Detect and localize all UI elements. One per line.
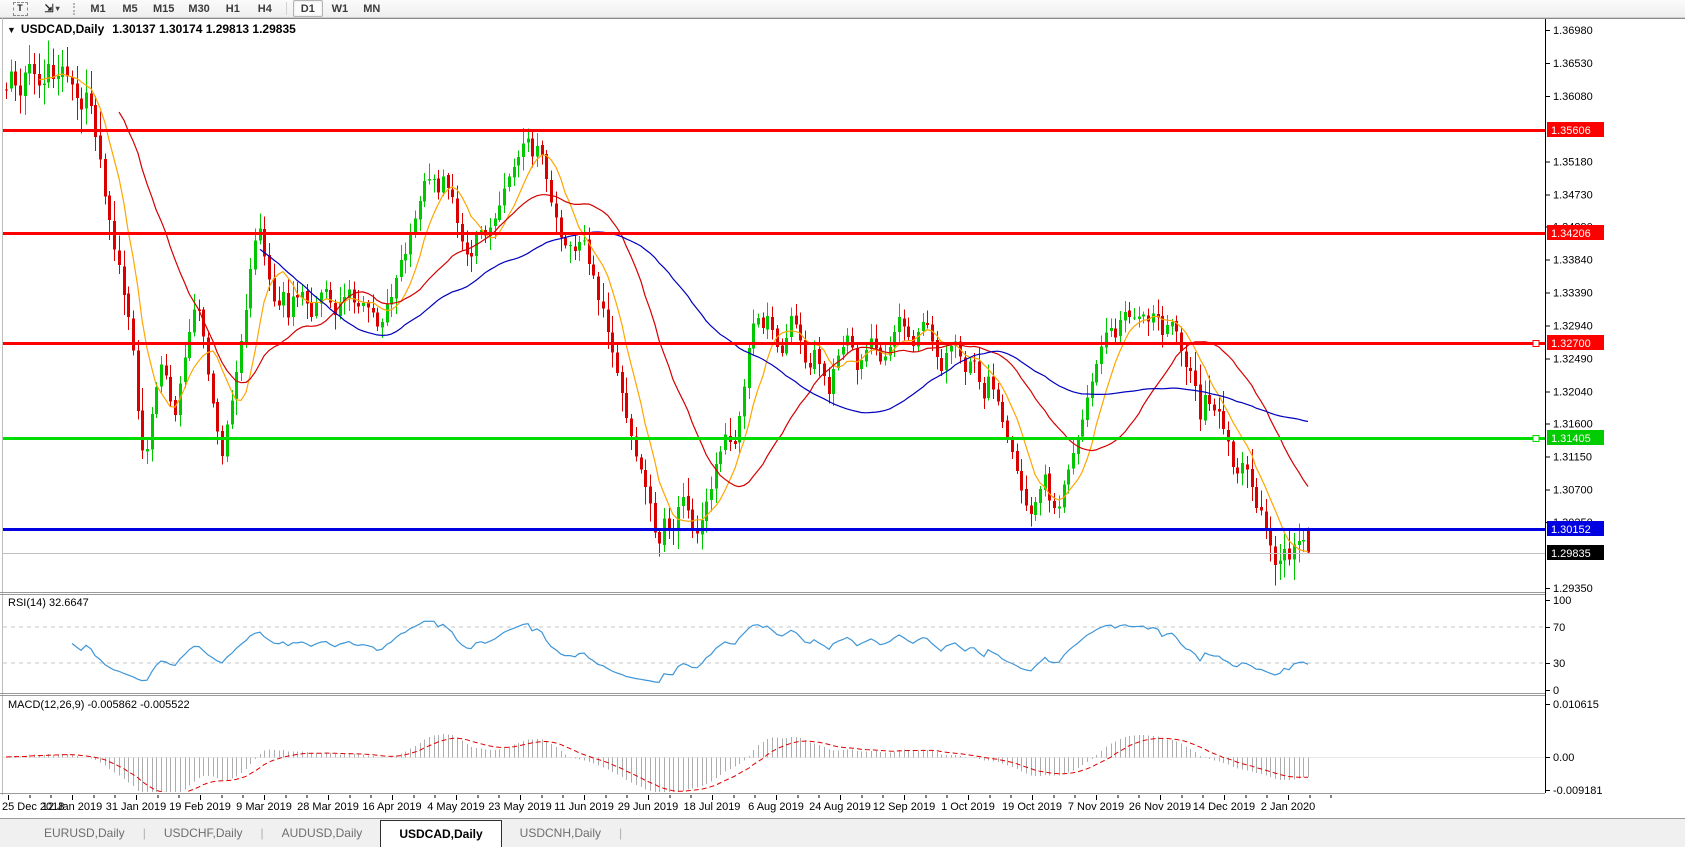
date-tick-label: 26 Nov 2019 [1129,801,1191,813]
date-tick-label: 1 Oct 2019 [941,801,995,813]
price-tick-label: 1.34730 [1553,190,1593,202]
timeframe-m30-button[interactable]: M30 [182,0,215,17]
timeframe-m5-button[interactable]: M5 [115,0,145,17]
tab-usdchf-daily[interactable]: USDCHF,Daily [146,819,261,847]
price-tick-label: 1.33390 [1553,288,1593,300]
price-line-badge-label: 1.30152 [1551,524,1591,536]
text-tool-icon: T [13,2,28,16]
price-tick-label: 1.35180 [1553,157,1593,169]
macd-scale-label: 0.00 [1553,752,1574,764]
price-tick-label: 1.36980 [1553,25,1593,37]
toolbar-separator [286,2,287,15]
price-tick-label: 1.36530 [1553,58,1593,70]
date-tick-label: 6 Aug 2019 [748,801,804,813]
text-tool-button[interactable]: T [5,0,35,17]
tab-usdcad-daily[interactable]: USDCAD,Daily [380,820,501,847]
chart-symbol-period: USDCAD,Daily [21,22,104,36]
application-window: 1.36980 1.36530 1.36080 1.35180 1.34730 1.342… [0,0,1685,847]
date-tick-label: 7 Nov 2019 [1068,801,1124,813]
tab-usdcnh-daily[interactable]: USDCNH,Daily [502,819,619,847]
chart-ohlc-values: 1.30137 1.30174 1.29813 1.29835 [112,22,296,36]
date-tick-label: 2 Jan 2020 [1261,801,1315,813]
date-tick-label: 14 Dec 2019 [1193,801,1255,813]
cursor-tool-button[interactable]: ⇲ ▾ [37,0,67,17]
date-tick-label: 12 Sep 2019 [873,801,935,813]
rsi-scale-label: 70 [1553,622,1565,634]
price-tick-label: 1.36080 [1553,91,1593,103]
price-line-badge-label: 1.29835 [1551,548,1591,560]
date-tick-label: 23 May 2019 [488,801,552,813]
macd-scale-label: 0.010615 [1553,699,1599,711]
timeframe-w1-button[interactable]: W1 [325,0,355,17]
date-tick-label: 11 Jun 2019 [554,801,614,813]
price-tick-label: 1.32040 [1553,386,1593,398]
price-tick-label: 1.30700 [1553,484,1593,496]
timeframe-d1-button[interactable]: D1 [293,0,323,17]
timeframe-mn-button[interactable]: MN [357,0,387,17]
date-tick-label: 12 Jan 2019 [42,801,103,813]
cursor-tool-icon: ⇲ [44,2,53,15]
line-handle-1.31405[interactable] [1533,436,1539,442]
price-tick-label: 1.33840 [1553,255,1593,267]
date-tick-label: 18 Jul 2019 [684,801,741,813]
symbol-tab-bar: EURUSD,Daily | USDCHF,Daily | AUDUSD,Dai… [0,818,1685,847]
date-tick-label: 29 Jun 2019 [618,801,679,813]
timeframe-h4-button[interactable]: H4 [250,0,280,17]
date-tick-label: 28 Mar 2019 [297,801,359,813]
dropdown-caret-icon: ▾ [56,4,60,13]
date-tick-label: 31 Jan 2019 [106,801,167,813]
timeframe-m15-button[interactable]: M15 [147,0,180,17]
rsi-scale-label: 30 [1553,658,1565,670]
timeframe-h1-button[interactable]: H1 [218,0,248,17]
date-tick-label: 19 Feb 2019 [169,801,231,813]
price-line-badge-label: 1.32700 [1551,338,1591,350]
date-tick-label: 24 Aug 2019 [809,801,871,813]
line-handle-1.32700[interactable] [1533,341,1539,347]
tab-divider: | [619,819,622,847]
timeframe-m1-button[interactable]: M1 [83,0,113,17]
date-tick-label: 9 Mar 2019 [236,801,292,813]
tab-eurusd-daily[interactable]: EURUSD,Daily [26,819,143,847]
macd-label: MACD(12,26,9) -0.005862 -0.005522 [8,699,190,711]
price-line-badge-label: 1.31405 [1551,433,1591,445]
price-tick-label: 1.32490 [1553,353,1593,365]
toolbar-grip [73,3,77,15]
rsi-label: RSI(14) 32.6647 [8,597,89,609]
date-axis[interactable]: 25 Dec 201812 Jan 201931 Jan 201919 Feb … [0,795,1685,818]
price-axis[interactable]: 1.36980 1.36530 1.36080 1.35180 1.34730 1.342… [1545,19,1685,797]
chart-canvas[interactable]: 1.36980 1.36530 1.36080 1.35180 1.34730 1.342… [0,0,1685,847]
price-line-badge-label: 1.34206 [1551,228,1591,240]
toolbar: T ⇲ ▾ M1 M5 M15 M30 H1 H4 D1 W1 MN [0,0,1685,18]
date-tick-label: 16 Apr 2019 [362,801,421,813]
price-tick-label: 1.31150 [1553,451,1592,463]
price-tick-label: 1.31600 [1553,418,1593,430]
date-tick-label: 4 May 2019 [427,801,484,813]
date-tick-label: 19 Oct 2019 [1002,801,1062,813]
price-tick-label: 1.29350 [1553,583,1593,595]
rsi-scale-label: 100 [1553,595,1571,607]
price-tick-label: 1.32940 [1553,320,1593,332]
chart-menu-arrow-icon: ▼ [7,25,16,35]
price-line-badge-label: 1.35606 [1551,125,1591,137]
rsi-scale-label: 0 [1553,685,1559,697]
tab-audusd-daily[interactable]: AUDUSD,Daily [264,819,381,847]
chart-title[interactable]: ▼ USDCAD,Daily 1.30137 1.30174 1.29813 1.2… [7,22,296,36]
